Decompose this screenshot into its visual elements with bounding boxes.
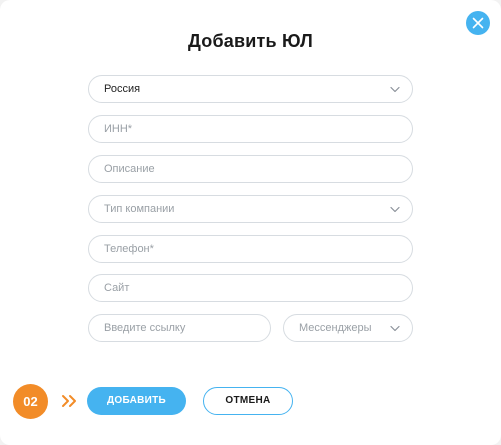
inn-field[interactable]: ИНН* [88, 115, 413, 143]
company-type-placeholder: Тип компании [104, 203, 175, 215]
chevron-down-icon [390, 325, 400, 332]
chevron-down-icon [390, 86, 400, 93]
chevron-down-icon [390, 206, 400, 213]
description-field[interactable]: Описание [88, 155, 413, 183]
country-select[interactable]: Россия [88, 75, 413, 103]
add-button[interactable]: ДОБАВИТЬ [87, 387, 186, 415]
link-field[interactable]: Введите ссылку [88, 314, 271, 342]
link-placeholder: Введите ссылку [104, 322, 186, 334]
inn-placeholder: ИНН* [104, 123, 133, 135]
double-chevron-right-icon [62, 395, 76, 407]
site-placeholder: Сайт [104, 282, 130, 294]
country-select-value: Россия [104, 83, 141, 95]
cancel-button[interactable]: ОТМЕНА [203, 387, 293, 415]
step-badge: 02 [13, 384, 48, 419]
description-placeholder: Описание [104, 163, 155, 175]
phone-field[interactable]: Телефон* [88, 235, 413, 263]
messengers-placeholder: Мессенджеры [299, 322, 372, 334]
phone-placeholder: Телефон* [104, 243, 154, 255]
modal-title: Добавить ЮЛ [188, 31, 313, 51]
site-field[interactable]: Сайт [88, 274, 413, 302]
messengers-select[interactable]: Мессенджеры [283, 314, 413, 342]
add-legal-entity-modal: Добавить ЮЛ Россия ИНН* Описание Тип ком… [0, 0, 501, 445]
company-type-select[interactable]: Тип компании [88, 195, 413, 223]
